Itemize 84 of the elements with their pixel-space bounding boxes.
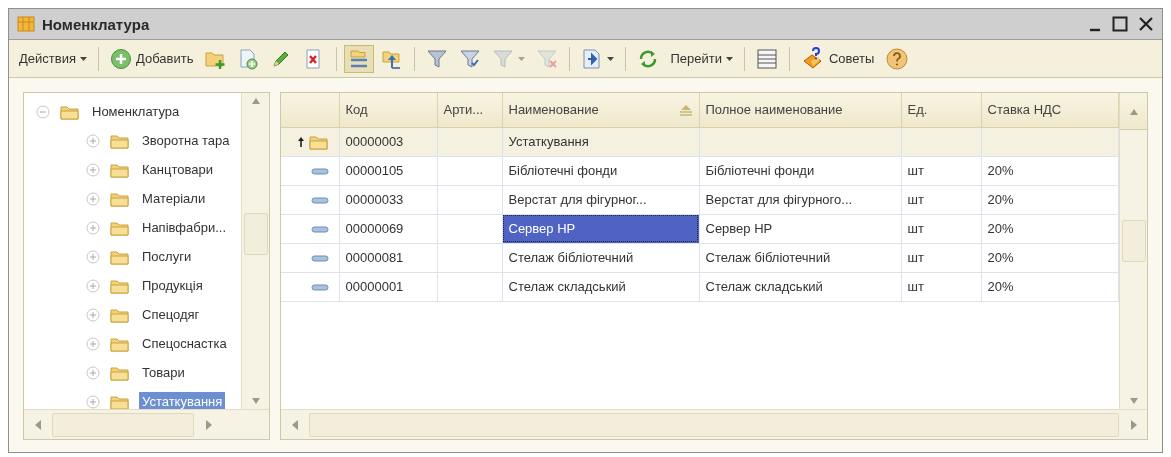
expand-icon[interactable] bbox=[86, 307, 100, 322]
expand-icon[interactable] bbox=[86, 336, 100, 351]
item-icon bbox=[310, 197, 329, 205]
column-header[interactable]: Ед. bbox=[901, 93, 981, 127]
table-cell: 00000003 bbox=[339, 127, 437, 156]
tree-item[interactable]: Зворотна тара bbox=[139, 131, 233, 150]
scrollbar-thumb[interactable] bbox=[309, 412, 1119, 437]
table-cell: Верстат для фігурног... bbox=[502, 185, 699, 214]
table-cell: 20% bbox=[981, 214, 1119, 243]
expand-icon[interactable] bbox=[86, 394, 100, 409]
expand-icon[interactable] bbox=[86, 191, 100, 206]
tree-item[interactable]: Продукція bbox=[139, 276, 206, 295]
table-cell: 00000001 bbox=[339, 272, 437, 301]
toolbar-icon-button[interactable] bbox=[344, 44, 375, 73]
caret-icon bbox=[607, 56, 615, 61]
tree-item[interactable]: Товари bbox=[139, 363, 188, 382]
list-settings-icon bbox=[755, 47, 778, 70]
filter-icon bbox=[426, 47, 449, 70]
item-icon bbox=[310, 255, 329, 263]
collapse-icon[interactable] bbox=[36, 104, 50, 119]
close-icon[interactable] bbox=[1138, 16, 1154, 32]
item-icon bbox=[310, 284, 329, 292]
table-cell: 00000069 bbox=[339, 214, 437, 243]
table-cell: шт bbox=[901, 243, 981, 272]
caret-icon bbox=[725, 56, 733, 61]
filter-icon bbox=[492, 47, 515, 70]
table-cell: Верстат для фігурного... bbox=[699, 185, 901, 214]
document-copy-icon bbox=[237, 47, 260, 70]
table-cell: Стелаж складський bbox=[502, 272, 699, 301]
expand-icon[interactable] bbox=[86, 162, 100, 177]
table-cell: 20% bbox=[981, 272, 1119, 301]
expand-icon[interactable] bbox=[86, 278, 100, 293]
tree-item[interactable]: Напівфабри... bbox=[139, 218, 229, 237]
toolbar-button[interactable]: Добавить bbox=[105, 44, 198, 73]
column-header[interactable]: Полное наименование bbox=[699, 93, 901, 127]
column-header[interactable]: Арти... bbox=[437, 93, 502, 127]
expand-icon[interactable] bbox=[86, 133, 100, 148]
scrollbar-thumb[interactable] bbox=[1121, 220, 1146, 262]
tree-item[interactable]: Номенклатура bbox=[89, 102, 183, 121]
tree-item[interactable]: Матеріали bbox=[139, 189, 209, 208]
menu-button[interactable]: Действия bbox=[15, 44, 91, 73]
menu-button[interactable]: Перейти bbox=[666, 44, 737, 73]
expand-icon[interactable] bbox=[86, 220, 100, 235]
tree-item[interactable]: Спецоснастка bbox=[139, 334, 230, 353]
table-cell: Бібліотечні фонди bbox=[502, 156, 699, 185]
table-cell: шт bbox=[901, 272, 981, 301]
tree-item[interactable]: Спецодяг bbox=[139, 305, 203, 324]
filter-check-icon bbox=[459, 47, 482, 70]
table-cell: шт bbox=[901, 214, 981, 243]
window-title: Номенклатура bbox=[42, 15, 151, 33]
table-cell: шт bbox=[901, 185, 981, 214]
scrollbar-thumb[interactable] bbox=[243, 213, 268, 255]
table-cell: Устаткування bbox=[502, 127, 699, 156]
table-cell: 00000105 bbox=[339, 156, 437, 185]
table-cell: Стелаж бібліотечний bbox=[699, 243, 901, 272]
column-header[interactable]: Наименование bbox=[502, 93, 699, 127]
table-cell: Стелаж бібліотечний bbox=[502, 243, 699, 272]
table-cell: 20% bbox=[981, 243, 1119, 272]
expand-icon[interactable] bbox=[86, 249, 100, 264]
table-cell: 20% bbox=[981, 156, 1119, 185]
tree-item[interactable]: Канцтовари bbox=[139, 160, 216, 179]
table-cell: Сервер HP bbox=[502, 214, 699, 243]
caret-icon bbox=[518, 56, 526, 61]
table-icon bbox=[17, 15, 35, 33]
scrollbar-thumb[interactable] bbox=[52, 412, 194, 437]
table-cell: 20% bbox=[981, 185, 1119, 214]
table-cell: шт bbox=[901, 156, 981, 185]
item-icon bbox=[310, 168, 329, 176]
help-icon bbox=[885, 46, 910, 71]
caret-icon bbox=[79, 56, 87, 61]
tree-item[interactable]: Послуги bbox=[139, 247, 195, 266]
expand-icon[interactable] bbox=[86, 365, 100, 380]
table-cell: 00000033 bbox=[339, 185, 437, 214]
maximize-icon[interactable] bbox=[1112, 16, 1128, 32]
column-header[interactable]: Код bbox=[339, 93, 437, 127]
table-cell: Стелаж складський bbox=[699, 272, 901, 301]
item-icon bbox=[310, 226, 329, 234]
toolbar-button[interactable]: Советы bbox=[796, 44, 879, 73]
table-cell: 00000081 bbox=[339, 243, 437, 272]
plus-circle-icon bbox=[109, 47, 132, 70]
table-cell: Бібліотечні фонди bbox=[699, 156, 901, 185]
filter-clear-icon bbox=[536, 47, 559, 70]
table-cell: Сервер HP bbox=[699, 214, 901, 243]
column-header[interactable]: Ставка НДС bbox=[981, 93, 1119, 127]
